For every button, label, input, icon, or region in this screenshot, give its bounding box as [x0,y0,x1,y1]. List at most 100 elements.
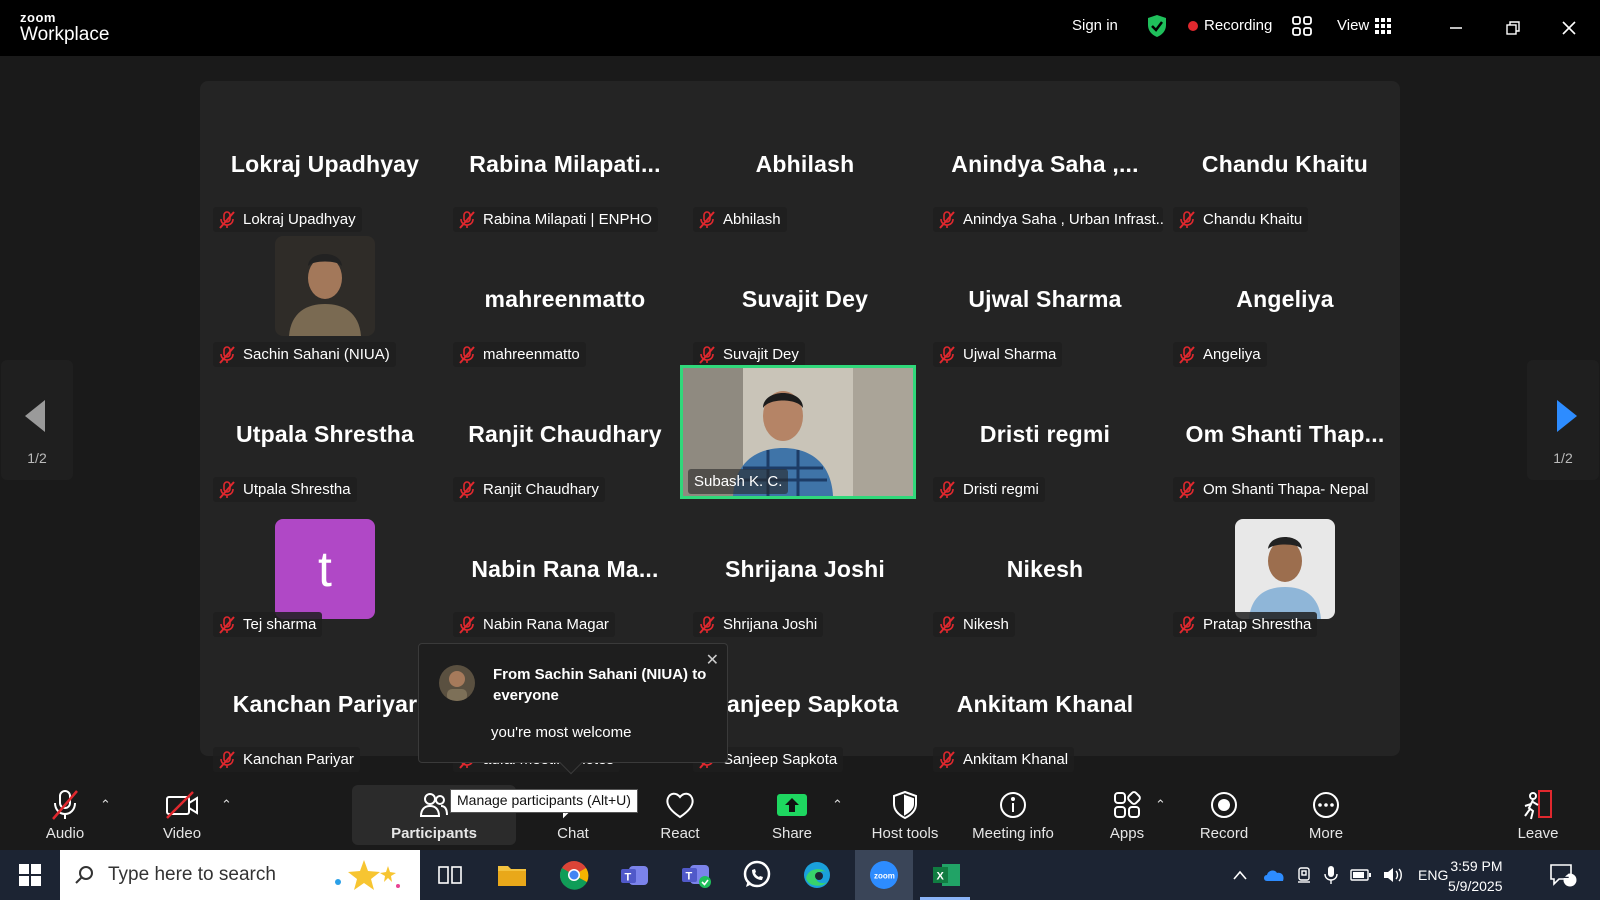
participant-tile[interactable]: Dristi regmi Dristi regmi [927,376,1163,506]
participant-tile[interactable]: Utpala Shrestha Utpala Shrestha [207,376,443,506]
record-button[interactable]: Record [1196,775,1252,850]
minimize-icon[interactable] [1440,12,1472,44]
apps-label: Apps [1109,825,1145,842]
teams-icon[interactable]: T [618,859,652,891]
react-button[interactable]: React [652,775,708,850]
participant-name: Suvajit Dey [723,346,799,363]
participant-name: Ankitam Khanal [963,751,1069,768]
record-icon [1209,789,1239,821]
participant-display-name: Lokraj Upadhyay [230,151,420,177]
audio-button[interactable]: Audio [40,775,90,850]
meeting-info-button[interactable]: Meeting info [966,775,1060,850]
participant-tile[interactable]: Ujwal Sharma Ujwal Sharma [927,241,1163,371]
participant-tile[interactable]: mahreenmatto mahreenmatto [447,241,683,371]
taskbar-search-box[interactable]: Type here to search [60,850,420,900]
teams-work-icon[interactable]: T [679,859,713,891]
participant-name-label: Suvajit Dey [693,342,805,367]
close-icon[interactable] [1553,12,1585,44]
muted-mic-icon [459,480,475,499]
recording-indicator[interactable]: Recording [1188,17,1272,34]
search-highlight-icon [335,860,400,890]
video-button[interactable]: Video [157,775,207,850]
participant-tile[interactable]: Nikesh Nikesh [927,511,1163,641]
device-icon[interactable] [1296,866,1314,884]
file-explorer-icon[interactable] [495,859,529,891]
participant-tile[interactable]: Kanchan Pariyar Kanchan Pariyar [207,646,443,776]
participant-name-label: Shrijana Joshi [693,612,824,637]
language-indicator[interactable]: ENG [1418,867,1448,883]
participant-tile[interactable]: Chandu Khaitu Chandu Khaitu [1167,106,1403,236]
notification-center-icon[interactable]: 2 [1546,859,1580,891]
share-label: Share [771,825,813,842]
muted-mic-icon [1179,615,1195,634]
participant-tile[interactable]: Ranjit Chaudhary Ranjit Chaudhary [447,376,683,506]
participant-tile[interactable]: Rabina Milapati... Rabina Milapati | ENPH… [447,106,683,236]
onedrive-icon[interactable] [1262,867,1286,883]
view-button[interactable]: View [1337,17,1392,34]
chrome-icon[interactable] [557,859,591,891]
participants-label: Participants [391,825,477,842]
participant-display-name: mahreenmatto [484,286,646,312]
participant-tile[interactable]: t Tej sharma [207,511,443,641]
taskbar-clock[interactable]: 3:59 PM 5/9/2025 [1448,856,1503,896]
participant-tile[interactable]: Suvajit Dey Suvajit Dey [687,241,923,371]
system-tray: ENG [1232,850,1448,900]
host-tools-button[interactable]: Host tools [864,775,946,850]
share-button[interactable]: Share [764,775,820,850]
shield-check-icon[interactable] [1146,14,1168,38]
participant-name-label: Ranjit Chaudhary [453,477,605,502]
leave-button[interactable]: Leave [1510,775,1566,850]
participant-display-name: Kanchan Pariyar [232,691,418,717]
participant-name-label: Ujwal Sharma [933,342,1063,367]
participant-name-label: Rabina Milapati | ENPHO [453,207,658,232]
microphone-icon[interactable] [1324,865,1338,885]
sign-in-link[interactable]: Sign in [1072,17,1118,34]
leave-label: Leave [1517,825,1559,842]
windows-taskbar: Type here to search T T zoom X ENG 3:59 … [0,850,1600,900]
participant-name: Ranjit Chaudhary [483,481,599,498]
chat-notification-popup[interactable]: ✕ From Sachin Sahani (NIUA) to everyone … [418,643,728,775]
popup-message: you're most welcome [491,724,632,741]
video-label: Video [162,825,202,842]
participant-tile[interactable]: Anindya Saha ,... Anindya Saha , Urban In… [927,106,1163,236]
participant-tile[interactable]: Om Shanti Thap... Om Shanti Thapa- Nepal [1167,376,1403,506]
apps-options-caret-icon[interactable]: ⌃ [1155,797,1166,813]
participant-name: Angeliya [1203,346,1261,363]
participant-tile[interactable]: Lokraj Upadhyay Lokraj Upadhyay [207,106,443,236]
participant-tile[interactable]: Ankitam Khanal Ankitam Khanal [927,646,1163,776]
zoom-icon[interactable]: zoom [867,859,901,891]
tray-chevron-icon[interactable] [1232,869,1248,881]
edge-icon[interactable] [800,859,834,891]
more-button[interactable]: More [1298,775,1354,850]
muted-mic-icon [699,210,715,229]
apps-button[interactable]: Apps [1099,775,1155,850]
next-page-button[interactable]: 1/2 [1527,360,1599,480]
participant-tile[interactable]: Abhilash Abhilash [687,106,923,236]
recording-label: Recording [1204,17,1273,34]
view-label: View [1337,17,1370,34]
excel-icon[interactable]: X [930,859,964,891]
video-options-caret-icon[interactable]: ⌃ [221,797,232,813]
task-view-icon[interactable] [433,859,467,891]
participant-tile[interactable]: Nabin Rana Ma... Nabin Rana Magar [447,511,683,641]
previous-page-button[interactable]: 1/2 [1,360,73,480]
participant-name: Om Shanti Thapa- Nepal [1203,481,1369,498]
participant-tile[interactable]: Pratap Shrestha [1167,511,1403,641]
participant-tile[interactable]: Subash K. C. [680,365,916,499]
participant-tile[interactable]: Angeliya Angeliya [1167,241,1403,371]
participant-tile[interactable]: Sachin Sahani (NIUA) [207,236,443,371]
whatsapp-icon[interactable] [740,859,774,891]
windows-start-icon[interactable] [13,859,47,891]
muted-mic-icon [219,480,235,499]
gallery-layout-icon[interactable] [1292,16,1312,36]
audio-options-caret-icon[interactable]: ⌃ [100,797,111,813]
muted-mic-icon [459,615,475,634]
restore-icon[interactable] [1497,12,1529,44]
participant-name-label: Lokraj Upadhyay [213,207,362,232]
volume-icon[interactable] [1382,866,1404,884]
battery-icon[interactable] [1350,868,1372,882]
meeting-info-label: Meeting info [972,825,1054,842]
participant-tile[interactable]: Shrijana Joshi Shrijana Joshi [687,511,923,641]
grid-icon [1375,17,1392,34]
share-options-caret-icon[interactable]: ⌃ [832,797,843,813]
